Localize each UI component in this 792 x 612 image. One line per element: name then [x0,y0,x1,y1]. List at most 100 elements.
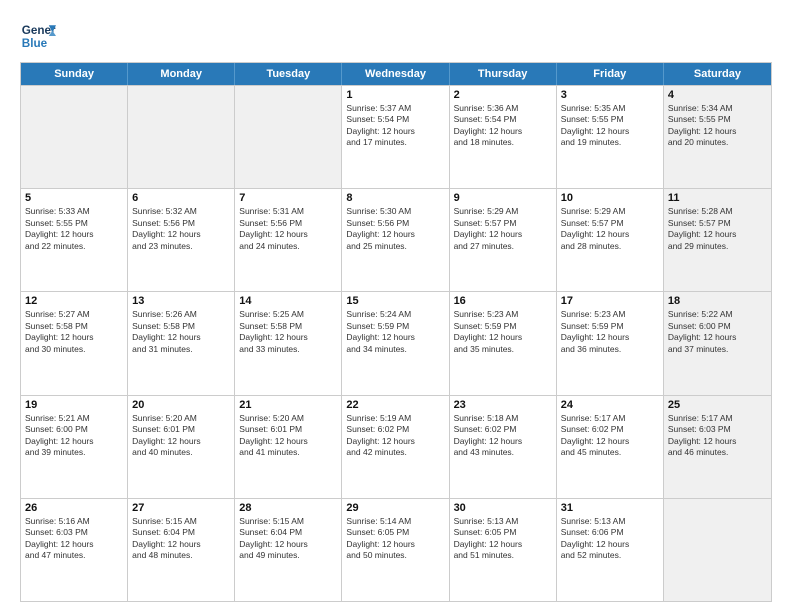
day-info: Sunrise: 5:20 AM Sunset: 6:01 PM Dayligh… [132,413,230,459]
day-info: Sunrise: 5:36 AM Sunset: 5:54 PM Dayligh… [454,103,552,149]
calendar-cell: 15Sunrise: 5:24 AM Sunset: 5:59 PM Dayli… [342,292,449,394]
weekday-header-thursday: Thursday [450,63,557,85]
day-info: Sunrise: 5:27 AM Sunset: 5:58 PM Dayligh… [25,309,123,355]
calendar-cell: 19 Sunrise: 5:21 AM Sunset: 6:00 PM Dayli… [21,396,128,498]
calendar-cell: 1 Sunrise: 5:37 AM Sunset: 5:54 PM Daylig… [342,86,449,188]
day-info: Sunrise: 5:23 AM Sunset: 5:59 PM Dayligh… [561,309,659,355]
calendar-row-1: 5 Sunrise: 5:33 AM Sunset: 5:55 PM Daylig… [21,188,771,291]
calendar-cell: 18 Sunrise: 5:22 AM Sunset: 6:00 PM Dayli… [664,292,771,394]
calendar-cell: 30Sunrise: 5:13 AM Sunset: 6:05 PM Dayli… [450,499,557,601]
calendar-cell: 6 Sunrise: 5:32 AM Sunset: 5:56 PM Daylig… [128,189,235,291]
day-number: 13 [132,295,230,307]
calendar-cell: 31 Sunrise: 5:13 AM Sunset: 6:06 PM Dayli… [557,499,664,601]
page: General Blue SundayMondayTuesdayWednesda… [0,0,792,612]
day-info: Sunrise: 5:22 AM Sunset: 6:00 PM Dayligh… [668,309,767,355]
calendar-cell: 12 Sunrise: 5:27 AM Sunset: 5:58 PM Dayli… [21,292,128,394]
calendar-row-0: 1 Sunrise: 5:37 AM Sunset: 5:54 PM Daylig… [21,85,771,188]
day-info: Sunrise: 5:33 AM Sunset: 5:55 PM Dayligh… [25,206,123,252]
calendar-cell: 22 Sunrise: 5:19 AM Sunset: 6:02 PM Dayli… [342,396,449,498]
calendar-cell [664,499,771,601]
day-number: 16 [454,295,552,307]
day-info: Sunrise: 5:34 AM Sunset: 5:55 PM Dayligh… [668,103,767,149]
calendar-cell [128,86,235,188]
day-info: Sunrise: 5:31 AM Sunset: 5:56 PM Dayligh… [239,206,337,252]
day-info: Sunrise: 5:18 AM Sunset: 6:02 PM Dayligh… [454,413,552,459]
day-info: Sunrise: 5:17 AM Sunset: 6:02 PM Dayligh… [561,413,659,459]
day-info: Sunrise: 5:20 AM Sunset: 6:01 PM Dayligh… [239,413,337,459]
calendar-cell: 17 Sunrise: 5:23 AM Sunset: 5:59 PM Dayli… [557,292,664,394]
calendar-cell: 14 Sunrise: 5:25 AM Sunset: 5:58 PM Dayli… [235,292,342,394]
day-number: 2 [454,89,552,101]
calendar-header: SundayMondayTuesdayWednesdayThursdayFrid… [21,63,771,85]
calendar-cell: 13Sunrise: 5:26 AM Sunset: 5:58 PM Dayli… [128,292,235,394]
day-number: 5 [25,192,123,204]
day-info: Sunrise: 5:14 AM Sunset: 6:05 PM Dayligh… [346,516,444,562]
logo-icon: General Blue [20,18,56,54]
calendar-cell: 23Sunrise: 5:18 AM Sunset: 6:02 PM Dayli… [450,396,557,498]
day-number: 12 [25,295,123,307]
header: General Blue [20,18,772,54]
day-info: Sunrise: 5:17 AM Sunset: 6:03 PM Dayligh… [668,413,767,459]
day-info: Sunrise: 5:15 AM Sunset: 6:04 PM Dayligh… [132,516,230,562]
calendar-row-4: 26Sunrise: 5:16 AM Sunset: 6:03 PM Dayli… [21,498,771,601]
weekday-header-monday: Monday [128,63,235,85]
day-number: 4 [668,89,767,101]
weekday-header-saturday: Saturday [664,63,771,85]
day-number: 20 [132,399,230,411]
day-number: 18 [668,295,767,307]
day-number: 17 [561,295,659,307]
calendar-cell: 11Sunrise: 5:28 AM Sunset: 5:57 PM Dayli… [664,189,771,291]
day-number: 30 [454,502,552,514]
calendar-cell [21,86,128,188]
day-number: 7 [239,192,337,204]
calendar-cell: 2 Sunrise: 5:36 AM Sunset: 5:54 PM Daylig… [450,86,557,188]
day-info: Sunrise: 5:32 AM Sunset: 5:56 PM Dayligh… [132,206,230,252]
day-number: 26 [25,502,123,514]
day-number: 29 [346,502,444,514]
day-number: 27 [132,502,230,514]
day-info: Sunrise: 5:35 AM Sunset: 5:55 PM Dayligh… [561,103,659,149]
day-number: 14 [239,295,337,307]
calendar-cell: 24 Sunrise: 5:17 AM Sunset: 6:02 PM Dayli… [557,396,664,498]
day-number: 11 [668,192,767,204]
calendar-cell: 4 Sunrise: 5:34 AM Sunset: 5:55 PM Daylig… [664,86,771,188]
day-info: Sunrise: 5:13 AM Sunset: 6:06 PM Dayligh… [561,516,659,562]
calendar-cell: 27 Sunrise: 5:15 AM Sunset: 6:04 PM Dayli… [128,499,235,601]
day-info: Sunrise: 5:23 AM Sunset: 5:59 PM Dayligh… [454,309,552,355]
day-number: 6 [132,192,230,204]
day-number: 19 [25,399,123,411]
calendar-cell: 28Sunrise: 5:15 AM Sunset: 6:04 PM Dayli… [235,499,342,601]
day-info: Sunrise: 5:21 AM Sunset: 6:00 PM Dayligh… [25,413,123,459]
calendar-cell: 26Sunrise: 5:16 AM Sunset: 6:03 PM Dayli… [21,499,128,601]
day-info: Sunrise: 5:29 AM Sunset: 5:57 PM Dayligh… [561,206,659,252]
calendar-cell: 7 Sunrise: 5:31 AM Sunset: 5:56 PM Daylig… [235,189,342,291]
weekday-header-friday: Friday [557,63,664,85]
day-info: Sunrise: 5:37 AM Sunset: 5:54 PM Dayligh… [346,103,444,149]
calendar-cell: 21Sunrise: 5:20 AM Sunset: 6:01 PM Dayli… [235,396,342,498]
logo: General Blue [20,18,56,54]
calendar-cell: 25Sunrise: 5:17 AM Sunset: 6:03 PM Dayli… [664,396,771,498]
calendar-row-3: 19 Sunrise: 5:21 AM Sunset: 6:00 PM Dayli… [21,395,771,498]
calendar-cell: 10 Sunrise: 5:29 AM Sunset: 5:57 PM Dayli… [557,189,664,291]
calendar-cell: 8Sunrise: 5:30 AM Sunset: 5:56 PM Daylig… [342,189,449,291]
day-number: 3 [561,89,659,101]
day-number: 10 [561,192,659,204]
weekday-header-tuesday: Tuesday [235,63,342,85]
calendar-cell: 16 Sunrise: 5:23 AM Sunset: 5:59 PM Dayli… [450,292,557,394]
day-info: Sunrise: 5:25 AM Sunset: 5:58 PM Dayligh… [239,309,337,355]
day-info: Sunrise: 5:29 AM Sunset: 5:57 PM Dayligh… [454,206,552,252]
day-number: 24 [561,399,659,411]
day-info: Sunrise: 5:19 AM Sunset: 6:02 PM Dayligh… [346,413,444,459]
weekday-header-sunday: Sunday [21,63,128,85]
calendar-cell: 9 Sunrise: 5:29 AM Sunset: 5:57 PM Daylig… [450,189,557,291]
day-number: 8 [346,192,444,204]
day-info: Sunrise: 5:24 AM Sunset: 5:59 PM Dayligh… [346,309,444,355]
day-number: 22 [346,399,444,411]
day-number: 9 [454,192,552,204]
calendar-cell: 29 Sunrise: 5:14 AM Sunset: 6:05 PM Dayli… [342,499,449,601]
calendar: SundayMondayTuesdayWednesdayThursdayFrid… [20,62,772,602]
calendar-cell: 5 Sunrise: 5:33 AM Sunset: 5:55 PM Daylig… [21,189,128,291]
day-number: 31 [561,502,659,514]
day-number: 1 [346,89,444,101]
calendar-cell: 20 Sunrise: 5:20 AM Sunset: 6:01 PM Dayli… [128,396,235,498]
